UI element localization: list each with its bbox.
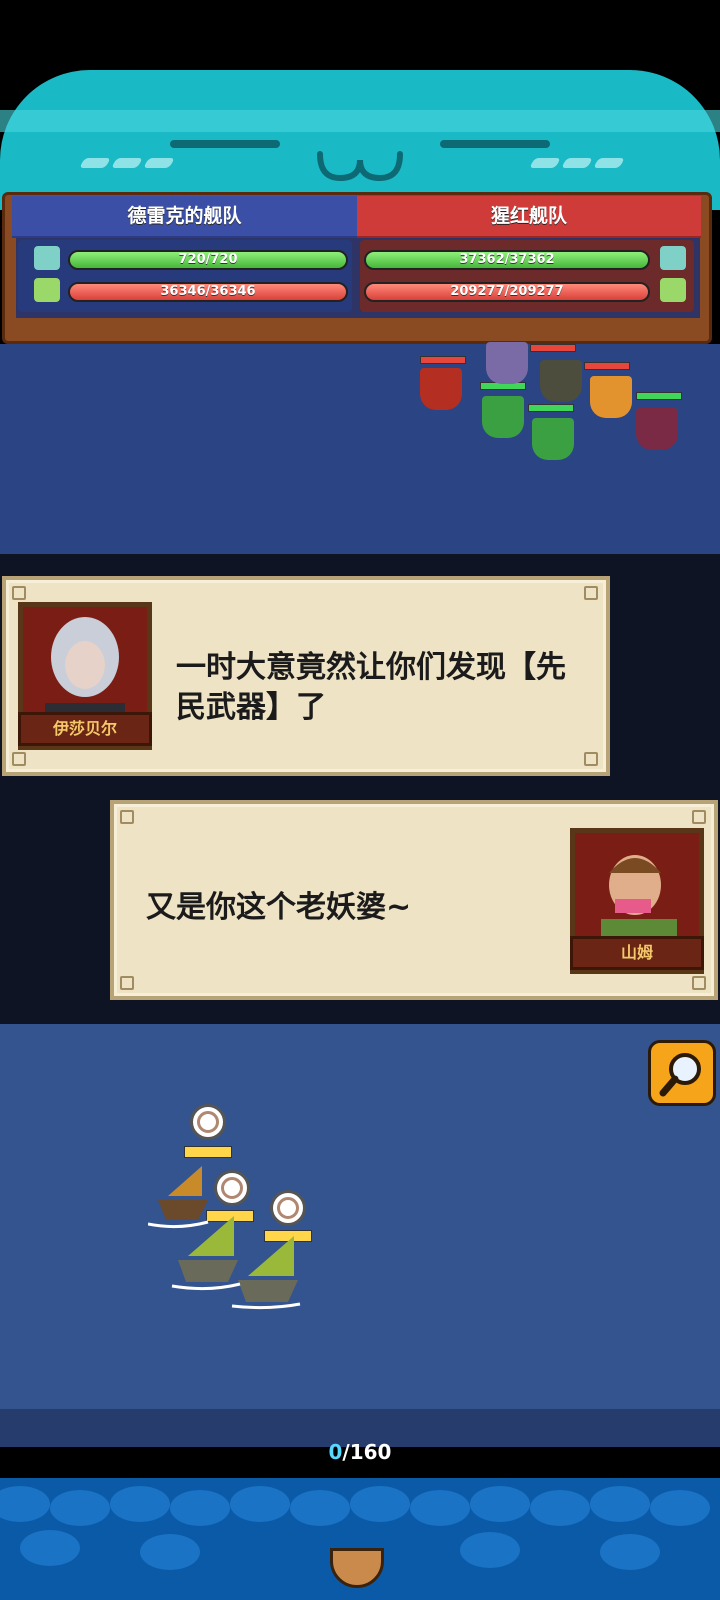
corner-rivet: [120, 810, 134, 824]
enemy-ship-hp: [420, 356, 466, 364]
wave: [410, 1490, 470, 1526]
enemy-ship-hp: [584, 362, 630, 370]
progress-current: 0: [328, 1440, 343, 1464]
target-marker[interactable]: [190, 1104, 226, 1140]
player-fleet[interactable]: [148, 1160, 328, 1310]
right-fleet-name: 猩红舰队: [490, 205, 567, 227]
left-fleet-header: 德雷克的舰队: [12, 196, 357, 238]
progress-total: /160: [342, 1440, 392, 1464]
cat-highlight: [0, 110, 720, 132]
sailor-icon: [660, 246, 686, 270]
enemy-ship[interactable]: [420, 368, 462, 410]
wave: [470, 1486, 530, 1522]
isabel-name-plate: 伊莎贝尔: [18, 712, 152, 746]
wave: [590, 1486, 650, 1522]
wave: [140, 1534, 200, 1570]
corner-rivet: [584, 752, 598, 766]
wave: [650, 1490, 710, 1526]
wave: [170, 1490, 230, 1526]
right-crew-bar: 37362/37362: [364, 250, 650, 270]
corner-rivet: [12, 752, 26, 766]
player-ship-hp: [184, 1146, 232, 1158]
wave: [110, 1486, 170, 1522]
magnifier-button[interactable]: [648, 1040, 716, 1106]
corner-rivet: [12, 586, 26, 600]
isabel-dialogue-line1: 一时大意竟然让你们发现【先: [176, 650, 566, 685]
wave: [460, 1532, 520, 1568]
enemy-ship[interactable]: [486, 342, 528, 384]
wave: [350, 1486, 410, 1522]
magnifier-icon: [659, 1053, 701, 1097]
wave: [600, 1534, 660, 1570]
wave: [20, 1530, 80, 1566]
ship-icon: [34, 278, 60, 302]
cat-eye-right: [440, 140, 550, 148]
corner-rivet: [120, 976, 134, 990]
corner-rivet: [584, 586, 598, 600]
enemy-ship[interactable]: [540, 360, 582, 402]
corner-rivet: [692, 810, 706, 824]
enemy-ship[interactable]: [532, 418, 574, 460]
enemy-ship[interactable]: [482, 396, 524, 438]
wave: [50, 1490, 110, 1526]
left-fleet-name: 德雷克的舰队: [127, 205, 242, 227]
sam-dialogue-line1: 又是你这个老妖婆~: [146, 890, 412, 925]
lower-sea: [0, 1024, 720, 1409]
wave: [230, 1486, 290, 1522]
progress-counter: 0/160: [0, 1440, 720, 1464]
right-fleet-header: 猩红舰队: [357, 196, 701, 238]
enemy-ship-hp: [528, 404, 574, 412]
enemy-ship-hp: [530, 344, 576, 352]
cat-eye-left: [170, 140, 280, 148]
wave: [290, 1490, 350, 1526]
cat-mouth: [317, 151, 403, 182]
left-ships-bar: 36346/36346: [68, 282, 348, 302]
isabel-dialogue-line2: 民武器】了: [176, 690, 326, 725]
sailor-icon: [34, 246, 60, 270]
enemy-ship[interactable]: [636, 408, 678, 450]
enemy-ship[interactable]: [590, 376, 632, 418]
ship-icon: [660, 278, 686, 302]
corner-rivet: [692, 976, 706, 990]
sam-name-plate: 山姆: [570, 936, 704, 970]
right-ships-bar: 209277/209277: [364, 282, 650, 302]
left-crew-bar: 720/720: [68, 250, 348, 270]
enemy-ship-hp: [636, 392, 682, 400]
wave: [530, 1490, 590, 1526]
